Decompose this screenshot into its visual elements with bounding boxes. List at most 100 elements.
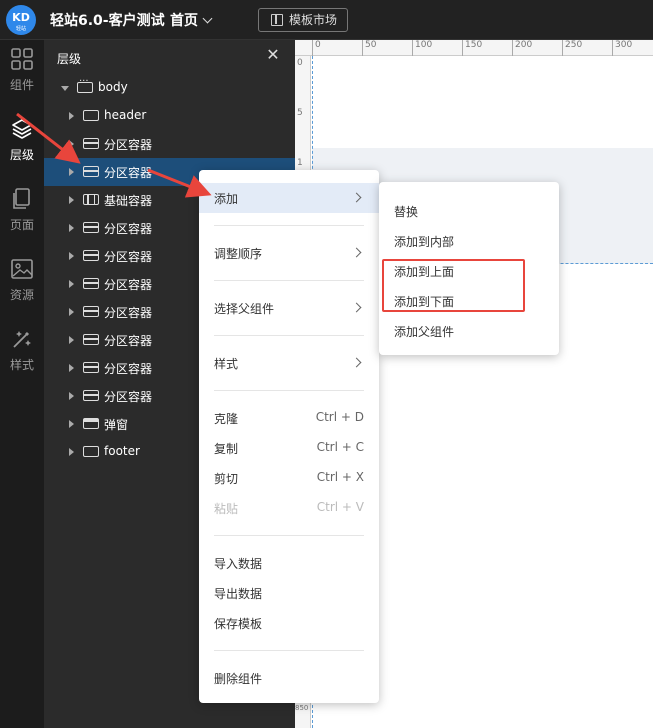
ruler-tick (412, 40, 413, 56)
box-icon (83, 446, 99, 457)
menu-item-shortcut: Ctrl + D (315, 410, 364, 424)
ruler-tick (512, 40, 513, 56)
menu-item-paste: 粘贴 Ctrl + V (199, 493, 379, 523)
logo-text: KD (12, 11, 30, 24)
menu-item-label: 复制 (214, 442, 239, 456)
submenu-item-label: 添加到内部 (394, 235, 455, 249)
editor-root: KD 轻站 轻站6.0-客户测试 首页 模板市场 组件 层级 页面 资源 样式 … (0, 0, 653, 728)
tree-node-label: 分区容器 (104, 362, 153, 376)
caret-right-icon[interactable] (69, 252, 74, 260)
ruler-label: 850 (295, 704, 309, 712)
menu-item-label: 保存模板 (214, 617, 263, 631)
chevron-right-icon (351, 357, 362, 368)
caret-right-icon[interactable] (69, 420, 74, 428)
layers-panel-title: 层级 (57, 52, 82, 66)
menu-item-style[interactable]: 样式 (199, 348, 379, 378)
menu-item-shortcut: Ctrl + C (316, 440, 364, 454)
menu-item-reorder[interactable]: 调整顺序 (199, 238, 379, 268)
menu-item-label: 调整顺序 (214, 247, 263, 261)
caret-right-icon[interactable] (69, 308, 74, 316)
app-logo[interactable]: KD 轻站 (6, 5, 36, 35)
logo-subtext: 轻站 (15, 26, 26, 32)
section-container-icon (83, 250, 99, 261)
rail-item-assets[interactable]: 资源 (0, 250, 44, 312)
menu-item-label: 剪切 (214, 472, 239, 486)
caret-down-icon[interactable] (61, 86, 69, 91)
ruler-label: 200 (515, 40, 533, 50)
menu-item-add[interactable]: 添加 (199, 183, 379, 213)
ruler-label: 1 (297, 158, 303, 168)
menu-item-import-data[interactable]: 导入数据 (199, 548, 379, 578)
chevron-right-icon (351, 247, 362, 258)
base-container-icon (83, 194, 99, 205)
tree-node[interactable]: 分区容器 (44, 130, 295, 158)
ruler-label: 100 (415, 40, 433, 50)
ruler-label: 50 (365, 40, 377, 50)
menu-item-save-template[interactable]: 保存模板 (199, 608, 379, 638)
caret-right-icon[interactable] (69, 224, 74, 232)
tree-node-label: header (104, 108, 147, 122)
menu-item-export-data[interactable]: 导出数据 (199, 578, 379, 608)
chevron-right-icon (351, 302, 362, 313)
caret-right-icon[interactable] (69, 280, 74, 288)
page-selector[interactable]: 首页 (170, 10, 213, 30)
rail-label: 层级 (9, 148, 34, 162)
ruler-tick (312, 40, 313, 56)
layers-icon (12, 119, 32, 139)
section-container-icon (83, 166, 99, 177)
close-icon[interactable]: ✕ (264, 46, 282, 64)
menu-item-clone[interactable]: 克隆 Ctrl + D (199, 403, 379, 433)
menu-item-label: 添加 (214, 192, 239, 206)
menu-item-label: 粘贴 (214, 502, 239, 516)
template-market-button[interactable]: 模板市场 (258, 8, 348, 32)
chevron-right-icon (351, 192, 362, 203)
rail-item-layers[interactable]: 层级 (0, 110, 44, 172)
tree-node[interactable]: header (44, 102, 295, 130)
annotation-highlight-box (382, 259, 525, 312)
ruler-label: 0 (297, 58, 303, 68)
tree-node-body[interactable]: body (44, 74, 295, 102)
ruler-horizontal: 0 50 100 150 200 250 300 (295, 40, 653, 56)
menu-divider (214, 390, 364, 391)
menu-item-shortcut: Ctrl + X (316, 470, 364, 484)
menu-item-cut[interactable]: 剪切 Ctrl + X (199, 463, 379, 493)
menu-divider (214, 650, 364, 651)
rail-item-pages[interactable]: 页面 (0, 180, 44, 242)
tree-node-label: 弹窗 (104, 418, 129, 432)
context-menu: 添加 调整顺序 选择父组件 样式 克隆 Ctrl + D 复制 Ctrl + C… (199, 170, 379, 703)
rail-item-styles[interactable]: 样式 (0, 320, 44, 382)
menu-item-select-parent[interactable]: 选择父组件 (199, 293, 379, 323)
ruler-tick (612, 40, 613, 56)
section-container-icon (83, 390, 99, 401)
tree-node-label: 分区容器 (104, 306, 153, 320)
popup-icon (83, 418, 99, 429)
caret-right-icon[interactable] (69, 392, 74, 400)
caret-right-icon[interactable] (69, 140, 74, 148)
menu-item-delete[interactable]: 删除组件 (199, 663, 379, 693)
caret-right-icon[interactable] (69, 168, 74, 176)
submenu-item-replace[interactable]: 替换 (379, 196, 559, 226)
submenu-item-add-inside[interactable]: 添加到内部 (379, 226, 559, 256)
top-bar: KD 轻站 轻站6.0-客户测试 首页 模板市场 (0, 0, 653, 40)
menu-item-label: 导入数据 (214, 557, 263, 571)
page-icon (13, 188, 30, 209)
tree-node-label: 分区容器 (104, 278, 153, 292)
caret-right-icon[interactable] (69, 112, 74, 120)
tree-node-label: 基础容器 (104, 194, 153, 208)
menu-item-label: 克隆 (214, 412, 239, 426)
caret-right-icon[interactable] (69, 196, 74, 204)
caret-right-icon[interactable] (69, 336, 74, 344)
chevron-down-icon (202, 13, 213, 24)
menu-item-copy[interactable]: 复制 Ctrl + C (199, 433, 379, 463)
caret-right-icon[interactable] (69, 448, 74, 456)
body-icon (77, 76, 93, 93)
section-container-icon (83, 306, 99, 317)
submenu-item-add-parent[interactable]: 添加父组件 (379, 316, 559, 346)
rail-item-components[interactable]: 组件 (0, 40, 44, 102)
menu-divider (214, 225, 364, 226)
tree-node-label: 分区容器 (104, 222, 153, 236)
image-icon (11, 259, 33, 279)
ruler-label: 300 (615, 40, 633, 50)
rail-label: 组件 (9, 78, 34, 92)
caret-right-icon[interactable] (69, 364, 74, 372)
